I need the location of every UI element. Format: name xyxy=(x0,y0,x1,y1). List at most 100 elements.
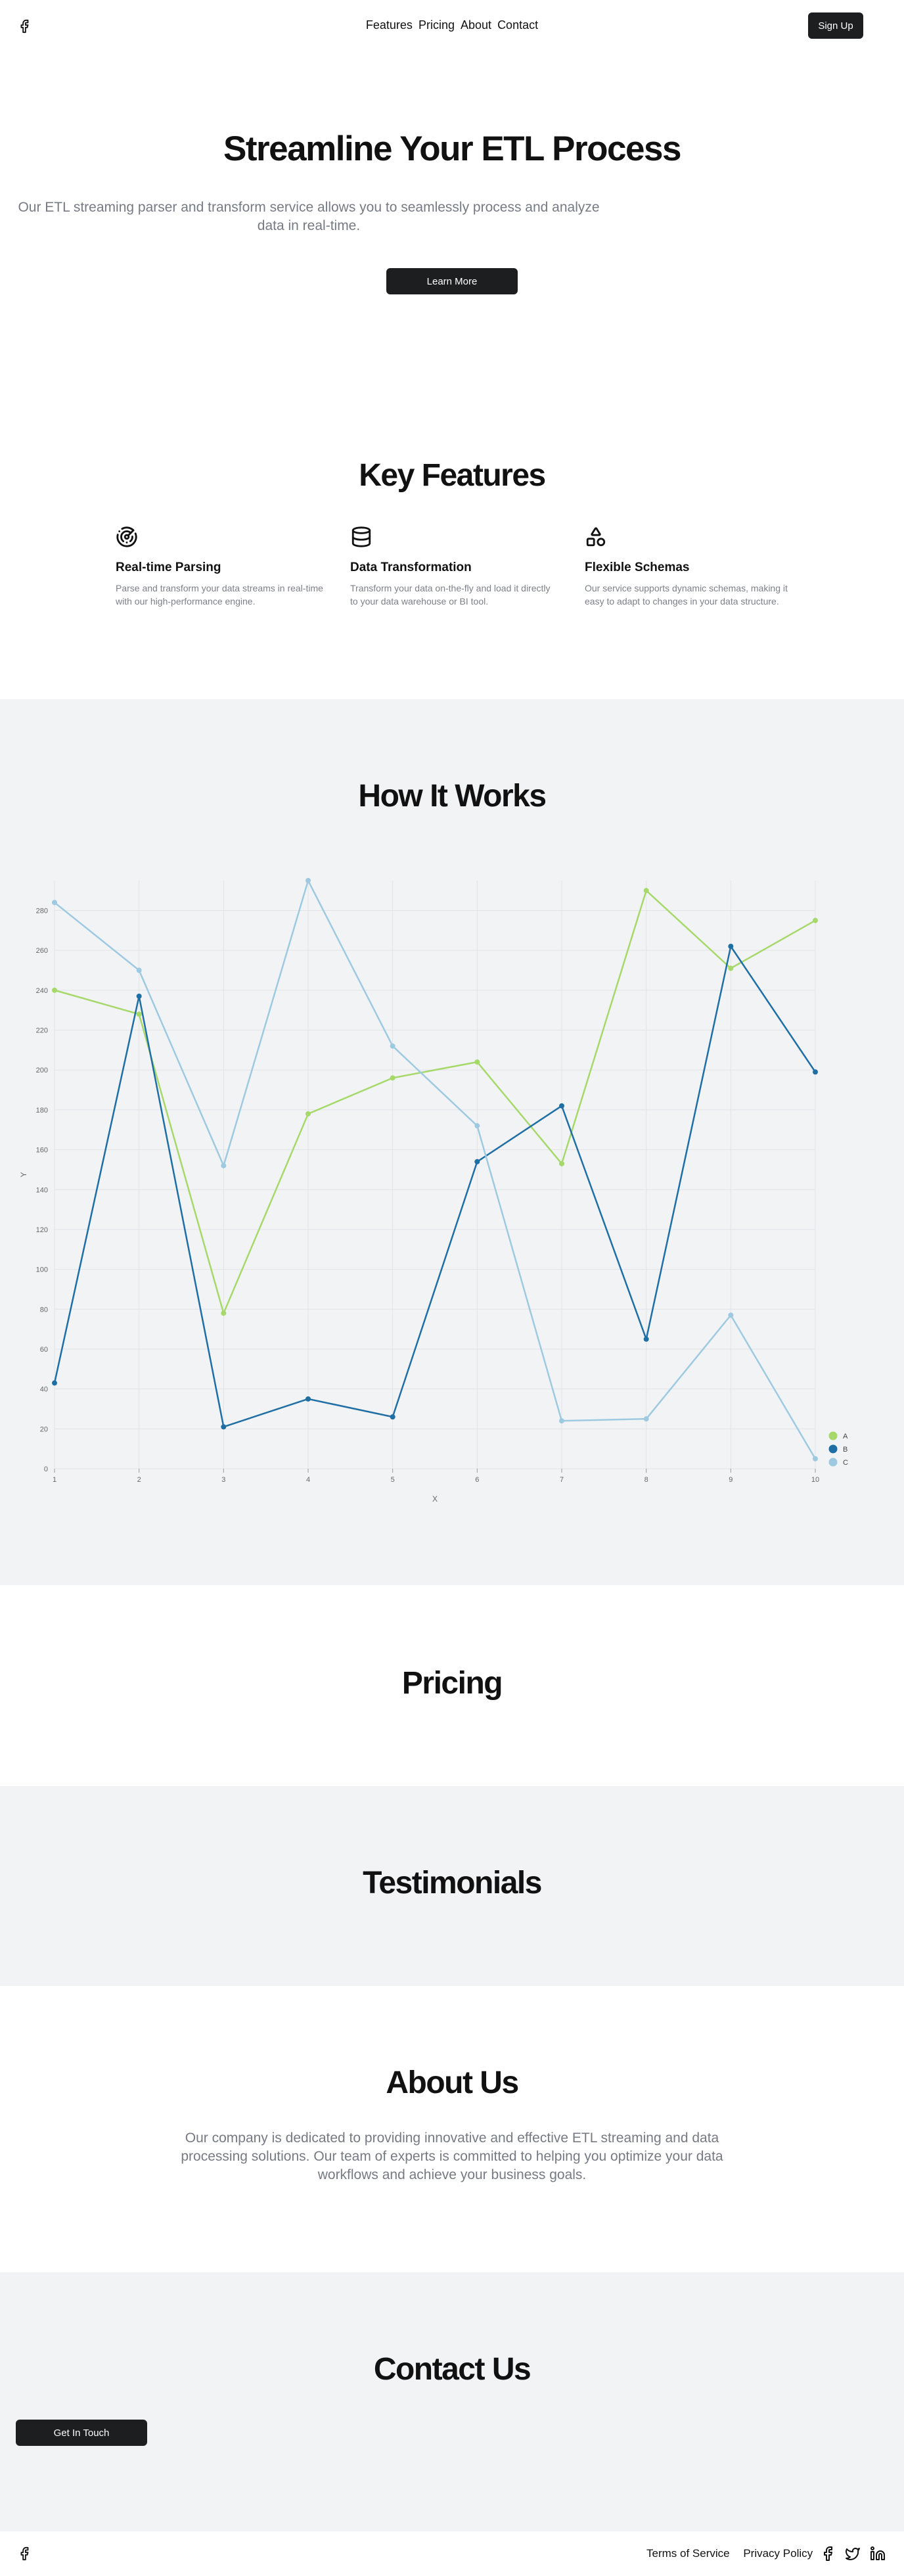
data-point-C xyxy=(136,967,142,973)
data-point-C xyxy=(643,1416,649,1422)
feature-title: Real-time Parsing xyxy=(116,561,221,574)
about-text: Our company is dedicated to providing in… xyxy=(181,2130,723,2182)
data-point-C xyxy=(474,1123,480,1129)
contact-section xyxy=(0,2272,904,2531)
feature-title: Flexible Schemas xyxy=(585,561,690,574)
nav-link-features[interactable]: Features xyxy=(366,18,413,32)
hero-subtitle: Our ETL streaming parser and transform s… xyxy=(18,200,600,233)
x-tick-label: 6 xyxy=(475,1476,479,1484)
series-line-C xyxy=(54,879,817,1460)
data-point-A xyxy=(474,1059,480,1065)
privacy-link[interactable]: Privacy Policy xyxy=(743,2547,813,2560)
y-tick-label: 140 xyxy=(36,1186,48,1194)
x-tick-label: 10 xyxy=(811,1476,819,1484)
line-chart: 0 20 40 60 80 100 120 140 160 180 200 220 240 260 280 1… xyxy=(0,867,904,1511)
data-point-B xyxy=(813,1069,818,1075)
x-tick-label: 3 xyxy=(221,1476,225,1484)
testimonials-title: Testimonials xyxy=(363,1866,542,1900)
facebook-icon[interactable] xyxy=(17,2546,32,2562)
data-point-C xyxy=(559,1418,564,1424)
linkedin-icon[interactable] xyxy=(870,2546,886,2562)
feature-title: Data Transformation xyxy=(350,561,472,574)
series-line-B xyxy=(53,945,817,1428)
site-header: Features Pricing About Contact Sign Up xyxy=(0,0,904,51)
x-tick-label: 5 xyxy=(391,1476,395,1484)
x-tick-label: 1 xyxy=(53,1476,56,1484)
nav-link-contact[interactable]: Contact xyxy=(497,18,538,32)
learn-more-button[interactable]: Learn More xyxy=(386,268,518,294)
features-title: Key Features xyxy=(359,458,546,493)
y-tick-label: 160 xyxy=(36,1147,48,1155)
database-icon xyxy=(351,526,371,547)
y-tick-label: 60 xyxy=(40,1346,48,1354)
y-tick-label: 260 xyxy=(36,947,48,955)
y-tick-label: 240 xyxy=(36,987,48,995)
data-point-B xyxy=(390,1414,395,1420)
legend-label: B xyxy=(843,1446,847,1454)
data-point-A xyxy=(643,888,649,894)
y-tick-label: 80 xyxy=(40,1306,48,1314)
data-point-B xyxy=(559,1103,564,1109)
data-point-A xyxy=(136,1011,142,1017)
data-point-C xyxy=(813,1456,818,1461)
x-axis-label: X xyxy=(432,1494,438,1504)
nav-link-pricing[interactable]: Pricing xyxy=(418,18,455,32)
shapes-icon xyxy=(586,527,606,547)
how-it-works-title: How It Works xyxy=(358,779,547,814)
legend-label: C xyxy=(843,1459,848,1467)
y-tick-label: 220 xyxy=(36,1027,48,1035)
y-tick-label: 20 xyxy=(40,1425,48,1433)
data-point-C xyxy=(52,900,57,906)
y-tick-label: 40 xyxy=(40,1386,48,1394)
data-point-C xyxy=(305,878,311,883)
data-point-B xyxy=(728,944,734,950)
data-point-A xyxy=(52,987,57,993)
footer-links: Terms of Service Privacy Policy xyxy=(646,2547,823,2560)
x-tick-label: 8 xyxy=(644,1476,648,1484)
feature-flexible-schemas: Flexible Schemas Our service supports dy… xyxy=(585,526,795,608)
x-tick-label: 4 xyxy=(306,1476,310,1484)
y-tick-label: 180 xyxy=(36,1107,48,1115)
y-tick-label: 200 xyxy=(36,1067,48,1074)
feature-data-transformation: Data Transformation Transform your data … xyxy=(350,526,560,608)
data-point-C xyxy=(728,1312,734,1318)
main-nav: Features Pricing About Contact xyxy=(0,18,904,32)
data-point-B xyxy=(643,1336,649,1342)
legend-marker-A xyxy=(828,1431,838,1440)
data-point-A xyxy=(390,1075,395,1081)
get-in-touch-button[interactable]: Get In Touch xyxy=(16,2420,147,2446)
legend-marker-C xyxy=(828,1458,838,1467)
y-tick-label: 120 xyxy=(36,1226,48,1234)
y-tick-label: 100 xyxy=(36,1266,48,1274)
y-tick-label: 0 xyxy=(44,1465,48,1473)
site-footer: Terms of Service Privacy Policy xyxy=(0,2531,904,2576)
data-point-C xyxy=(221,1162,227,1168)
about-title: About Us xyxy=(386,2065,519,2100)
line-chart-svg: 0 20 40 60 80 100 120 140 160 180 200 220 240 260 280 1… xyxy=(19,878,848,1504)
twitter-icon[interactable] xyxy=(845,2546,861,2562)
nav-link-about[interactable]: About xyxy=(461,18,491,32)
data-point-B xyxy=(474,1159,480,1164)
x-tick-label: 7 xyxy=(560,1476,564,1484)
feature-description: Our service supports dynamic schemas, ma… xyxy=(585,583,788,607)
facebook-icon[interactable] xyxy=(820,2546,836,2562)
legend-marker-B xyxy=(828,1444,838,1454)
signup-button[interactable]: Sign Up xyxy=(808,12,863,39)
contact-title: Contact Us xyxy=(373,2352,531,2387)
x-tick-label: 2 xyxy=(137,1476,141,1484)
x-tick-label: 9 xyxy=(729,1476,733,1484)
data-point-A xyxy=(221,1310,227,1316)
feature-description: Parse and transform your data streams in… xyxy=(116,583,323,607)
hero-title: Streamline Your ETL Process xyxy=(223,129,681,168)
data-point-C xyxy=(390,1043,395,1049)
data-point-A xyxy=(728,965,734,971)
series-line-A xyxy=(54,889,816,1314)
data-point-A xyxy=(559,1161,564,1166)
data-point-B xyxy=(52,1380,57,1386)
terms-link[interactable]: Terms of Service xyxy=(646,2547,730,2560)
data-point-B xyxy=(221,1424,227,1430)
y-tick-label: 280 xyxy=(36,908,48,915)
data-point-B xyxy=(136,993,142,999)
y-axis-label: Y xyxy=(19,1172,28,1177)
data-point-A xyxy=(305,1111,311,1116)
